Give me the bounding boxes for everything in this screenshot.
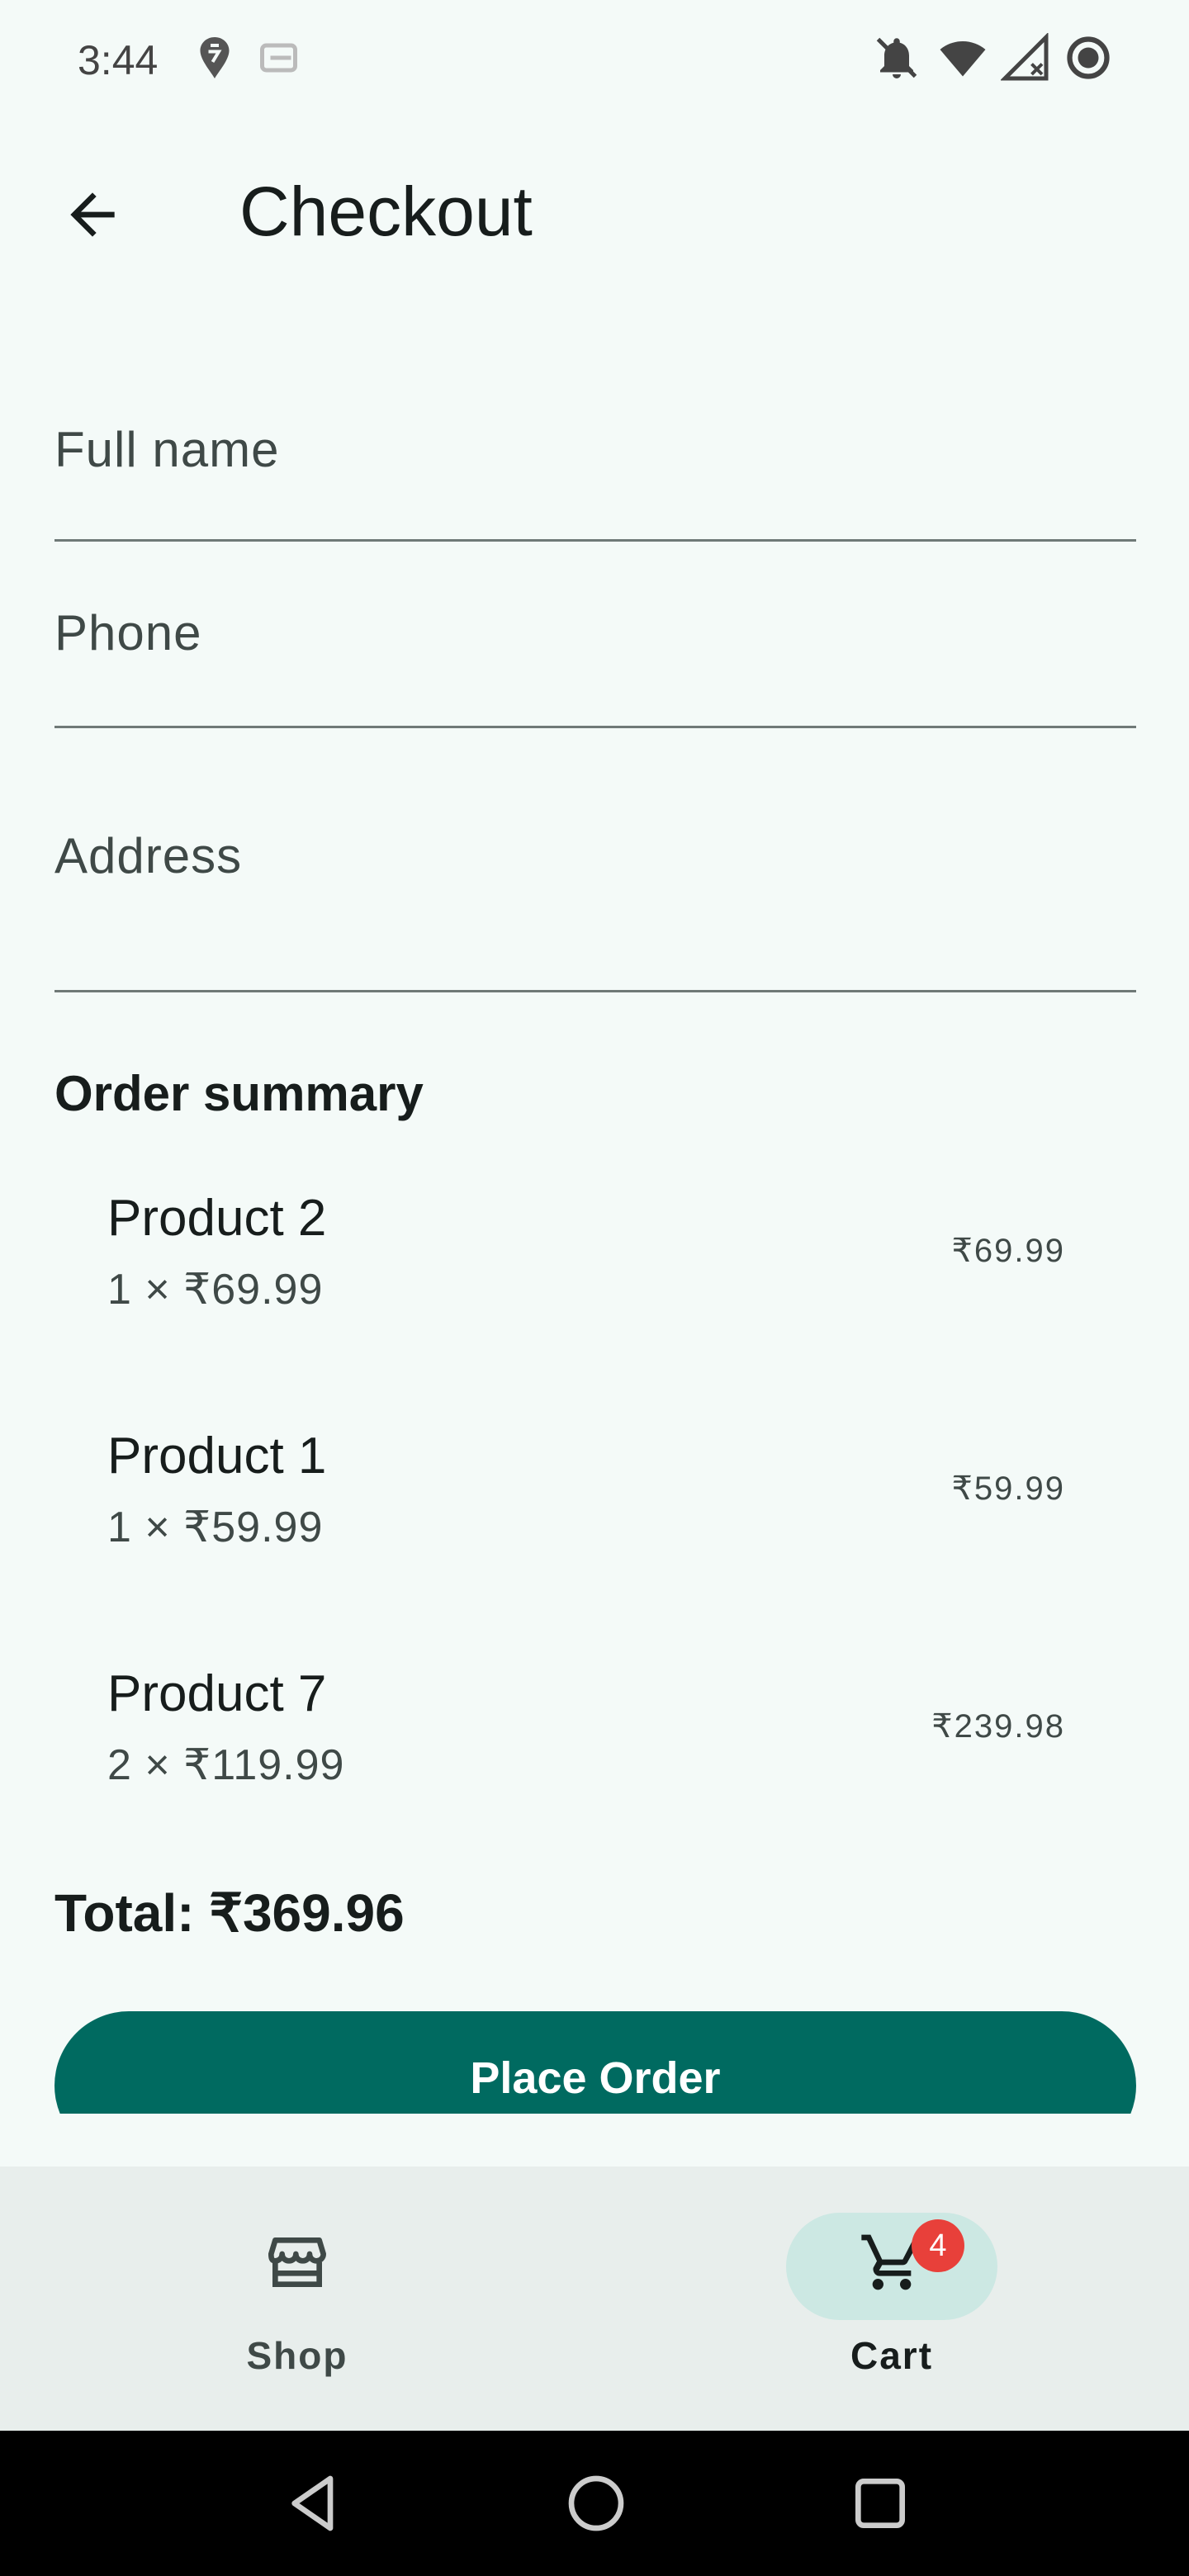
system-navigation-bar (0, 2431, 1189, 2576)
record-icon (1067, 36, 1110, 79)
phone-label: Phone (54, 605, 202, 661)
item-quantity: 1 × ₹59.99 (107, 1503, 324, 1551)
place-order-clip: Place Order (54, 2011, 1136, 2114)
full-name-field[interactable]: Full name (54, 396, 1136, 542)
nav-label-cart: Cart (850, 2334, 934, 2377)
item-name: Product 2 (107, 1190, 327, 1247)
item-price: ₹59.99 (951, 1470, 1065, 1507)
item-quantity: 1 × ₹69.99 (107, 1266, 324, 1314)
nav-label-shop: Shop (246, 2334, 348, 2377)
item-price: ₹69.99 (951, 1233, 1065, 1269)
status-time: 3:44 (78, 37, 159, 83)
order-summary-title: Order summary (54, 1066, 424, 1121)
back-button[interactable] (51, 173, 134, 256)
order-item: Product 1 1 × ₹59.99 ₹59.99 (107, 1427, 1065, 1592)
address-field[interactable]: Address (54, 793, 1136, 992)
place-order-button[interactable]: Place Order (54, 2011, 1136, 2114)
order-item: Product 7 2 × ₹119.99 ₹239.98 (107, 1664, 1065, 1830)
nav-item-shop[interactable]: Shop (132, 2166, 462, 2431)
system-recents-icon[interactable] (847, 2470, 913, 2536)
place-order-label: Place Order (470, 2053, 721, 2103)
status-bar: 3:44 (0, 0, 1189, 124)
bottom-navigation: Shop 4 Cart (0, 2166, 1189, 2431)
checkout-screen: 3:44 Checkout Full name Phone Address Or… (0, 0, 1189, 2576)
order-total: Total: ₹369.96 (54, 1883, 405, 1943)
full-name-label: Full name (54, 422, 280, 477)
notifications-off-icon (876, 37, 917, 78)
item-quantity: 2 × ₹119.99 (107, 1741, 345, 1789)
store-icon (268, 2237, 326, 2287)
swiggy-icon (200, 37, 230, 78)
no-signal-icon (1001, 33, 1049, 81)
top-app-bar: Checkout (0, 124, 1189, 297)
system-back-icon[interactable] (281, 2470, 347, 2536)
wifi-icon (940, 41, 986, 77)
item-price: ₹239.98 (931, 1708, 1065, 1745)
item-name: Product 1 (107, 1428, 327, 1485)
arrow-back-icon (70, 192, 115, 237)
system-home-icon[interactable] (563, 2470, 629, 2536)
cart-badge: 4 (912, 2219, 964, 2272)
dash-icon (260, 43, 297, 73)
nav-item-cart[interactable]: 4 Cart (727, 2166, 1057, 2431)
address-label: Address (54, 828, 243, 883)
order-item: Product 2 1 × ₹69.99 ₹69.99 (107, 1189, 1065, 1354)
item-name: Product 7 (107, 1665, 327, 1722)
phone-field[interactable]: Phone (54, 581, 1136, 728)
page-title: Checkout (239, 173, 533, 250)
